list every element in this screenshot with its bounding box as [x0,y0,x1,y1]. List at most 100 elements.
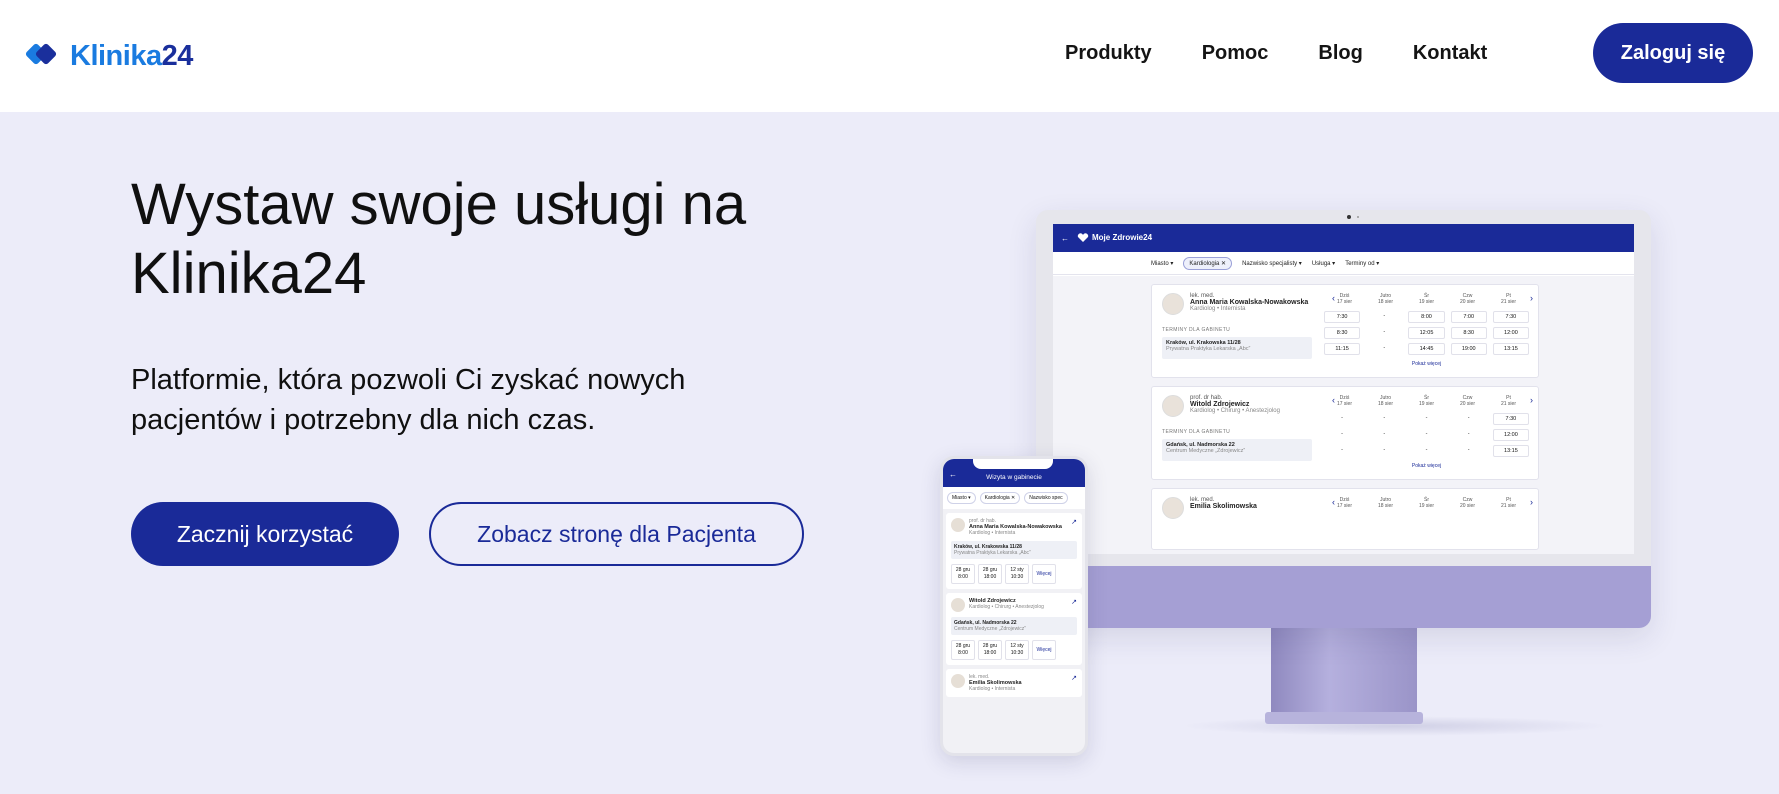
clinic-address[interactable]: Gdańsk, ul. Nadmorska 22 Centrum Medyczn… [1162,439,1312,461]
mobile-doctor-card[interactable]: ↗ lek. med. Emilia Skolimowska Kardiolog… [946,669,1082,697]
time-slot[interactable]: 8:30 [1450,327,1487,339]
doctor-card[interactable]: lek. med. Emilia Skolimowska ‹ › Dziś 17 … [1151,488,1539,550]
show-more-link[interactable]: Pokaż więcej [1324,463,1529,469]
filter-specialist-name[interactable]: Nazwisko spec [1024,492,1068,504]
slot[interactable]: 28 gru 8:00 [951,640,975,660]
monitor-stand-base [1265,712,1423,724]
back-arrow-icon: ← [1061,233,1069,243]
doctor-card[interactable]: prof. dr hab. Witold Zdrojewicz Kardiolo… [1151,386,1539,480]
hero-title: Wystaw swoje usługi na Klinika24 [131,172,747,306]
monitor-stand [1271,628,1417,714]
time-slot: - [1467,415,1470,421]
avatar [1162,293,1184,315]
slot[interactable]: 28 gru 8:00 [951,564,975,584]
time-slot[interactable]: 19:00 [1450,343,1487,355]
nav-blog[interactable]: Blog [1318,42,1362,65]
mobile-doctor-card[interactable]: ↗ Witold Zdrojewicz Kardiolog • Chirurg … [946,593,1082,665]
avatar [951,598,965,612]
desktop-filters: Miasto ▾ Kardiologia ✕ Nazwisko specjali… [1053,252,1634,275]
time-slot: - [1467,431,1470,437]
filter-service[interactable]: Usługa ▾ [1312,260,1335,267]
time-slot: - [1341,431,1344,437]
filter-specialty-chip[interactable]: Kardiologia ✕ [1183,256,1233,270]
day-headers: Dziś 17 sier Jutro 18 sier Śr 19 sier Czw 20… [1336,497,1516,509]
time-slot[interactable]: 13:15 [1492,343,1529,355]
camera-dot [1347,215,1351,219]
next-arrow-icon[interactable]: › [1530,395,1533,405]
heart-icon [1077,233,1089,242]
filter-specialty-chip[interactable]: Kardiologia ✕ [979,492,1021,504]
patient-page-button[interactable]: Zobacz stronę dla Pacjenta [429,502,804,566]
slot-list: 7:30 - 8:00 7:00 7:30 8:30 - 12:05 8:30 12:00 11:1… [1324,311,1529,355]
site-header: Klinika24 Produkty Pomoc Blog Kontakt Za… [0,0,1779,112]
back-arrow-icon[interactable]: ← [949,470,957,479]
doctor-card[interactable]: lek. med. Anna Maria Kowalska-Nowakowska… [1151,284,1539,378]
login-button[interactable]: Zaloguj się [1593,23,1753,83]
time-slot: - [1341,447,1344,453]
nav-produkty[interactable]: Produkty [1065,42,1152,65]
clinic-address[interactable]: Kraków, ul. Krakowska 11/28 Prywatna Prak… [951,541,1077,559]
time-slot[interactable]: 12:00 [1492,327,1529,339]
filter-city[interactable]: Miasto ▾ [947,492,976,504]
time-slot[interactable]: 12:05 [1408,327,1445,339]
slot[interactable]: 28 gru 18:00 [978,564,1002,584]
phone-notch [973,459,1053,469]
time-slot: - [1383,431,1386,437]
slot[interactable]: 28 gru 18:00 [978,640,1002,660]
nav-kontakt[interactable]: Kontakt [1413,42,1487,65]
next-arrow-icon[interactable]: › [1530,293,1533,303]
time-slot[interactable]: 7:30 [1492,311,1529,323]
time-slot[interactable]: 13:15 [1492,445,1529,457]
mobile-app-bar: ← Wizyta w gabinecie [943,459,1085,487]
time-slot: - [1383,345,1386,351]
mobile-doctor-card[interactable]: ↗ prof. dr hab. Anna Maria Kowalska-Nowa… [946,513,1082,589]
time-slot: - [1425,431,1428,437]
nav-pomoc[interactable]: Pomoc [1202,42,1269,65]
time-slot: - [1383,415,1386,421]
more-slots-button[interactable]: Więcej [1032,564,1056,584]
time-slot: - [1425,415,1428,421]
time-slot[interactable]: 7:30 [1492,413,1529,425]
avatar [951,518,965,532]
time-slot[interactable]: 7:30 [1324,311,1361,323]
more-slots-button[interactable]: Więcej [1032,640,1056,660]
external-link-icon[interactable]: ↗ [1071,598,1077,606]
filter-dates[interactable]: Terminy od ▾ [1345,260,1379,267]
slot-grid: Dziś 17 sier Jutro 18 sier Śr 19 sier Czw 20… [1324,497,1529,509]
doctor-name: Anna Maria Kowalska-Nowakowska [1190,299,1309,306]
doctor-specialty: Kardiolog • Internista [969,686,1016,692]
avatar [951,674,965,688]
doctor-specialty: Kardiolog • Internista [1190,306,1246,312]
avatar [1162,497,1184,519]
desktop-app-bar: ← Moje Zdrowie24 [1053,224,1634,252]
main-nav: Produkty Pomoc Blog Kontakt [1065,42,1487,65]
slot[interactable]: 12 sty 10:30 [1005,564,1029,584]
mobile-filters: Miasto ▾ Kardiologia ✕ Nazwisko spec [943,487,1085,509]
time-slot: - [1341,415,1344,421]
time-slot[interactable]: 7:00 [1450,311,1487,323]
mobile-app-title: Wizyta w gabinecie [986,473,1042,481]
time-slot[interactable]: 12:00 [1492,429,1529,441]
time-slot[interactable]: 8:30 [1324,327,1361,339]
external-link-icon[interactable]: ↗ [1071,518,1077,526]
next-arrow-icon[interactable]: › [1530,497,1533,507]
show-more-link[interactable]: Pokaż więcej [1324,361,1529,367]
slot[interactable]: 12 sty 10:30 [1005,640,1029,660]
filter-specialist-name[interactable]: Nazwisko specjalisty ▾ [1242,260,1302,267]
section-label: TERMINY DLA GABINETU [1162,327,1231,333]
time-slot[interactable]: 14:45 [1408,343,1445,355]
time-slot[interactable]: 11:15 [1324,343,1361,355]
doctor-specialty: Kardiolog • Chirurg • Anestezjolog [969,604,1044,610]
doctor-specialty: Kardiolog • Chirurg • Anestezjolog [1190,408,1280,414]
logo[interactable]: Klinika24 [24,36,193,76]
desktop-doctor-list: lek. med. Anna Maria Kowalska-Nowakowska… [1053,276,1634,554]
external-link-icon[interactable]: ↗ [1071,674,1077,682]
time-slot: - [1383,447,1386,453]
clinic-address[interactable]: Gdańsk, ul. Nadmorska 22 Centrum Medyczne… [951,617,1077,635]
slot-grid: Dziś 17 sier Jutro 18 sier Śr 19 sier Czw 20… [1324,395,1529,469]
time-slot: - [1467,447,1470,453]
time-slot[interactable]: 8:00 [1408,311,1445,323]
clinic-address[interactable]: Kraków, ul. Krakowska 11/28 Prywatna Pra… [1162,337,1312,359]
filter-city[interactable]: Miasto ▾ [1151,260,1173,267]
start-using-button[interactable]: Zacznij korzystać [131,502,399,566]
